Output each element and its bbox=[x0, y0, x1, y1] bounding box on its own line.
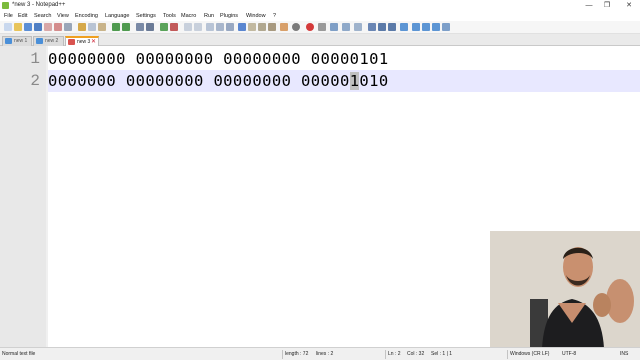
tab-label: new 1 bbox=[14, 38, 28, 44]
open-file-icon[interactable] bbox=[14, 23, 22, 31]
close-all-icon[interactable] bbox=[54, 23, 62, 31]
menu-language[interactable]: Language bbox=[105, 13, 129, 19]
menu-window[interactable]: Window bbox=[246, 13, 266, 19]
macro-play-icon[interactable] bbox=[330, 23, 338, 31]
status-encoding: UTF-8 bbox=[562, 351, 577, 357]
zoom-in-icon[interactable] bbox=[160, 23, 168, 31]
print-icon[interactable] bbox=[64, 23, 72, 31]
macro-save-icon[interactable] bbox=[354, 23, 362, 31]
status-separator bbox=[282, 350, 283, 359]
indent-guide-icon[interactable] bbox=[226, 23, 234, 31]
menu-plugins[interactable]: Plugins bbox=[220, 13, 238, 19]
menu-tools[interactable]: Tools bbox=[163, 13, 176, 19]
plugin-c-icon[interactable] bbox=[400, 23, 408, 31]
status-separator bbox=[385, 350, 386, 359]
tab-label: new 2 bbox=[45, 38, 59, 44]
new-file-icon[interactable] bbox=[4, 23, 12, 31]
save-all-icon[interactable] bbox=[34, 23, 42, 31]
plugin-d-icon[interactable] bbox=[412, 23, 420, 31]
status-ln: Ln : 2 bbox=[388, 351, 401, 357]
sync-scroll-h-icon[interactable] bbox=[194, 23, 202, 31]
status-separator bbox=[507, 350, 508, 359]
status-col: Col : 32 bbox=[407, 351, 425, 357]
menu-edit[interactable]: Edit bbox=[18, 13, 27, 19]
unsaved-file-tab-icon bbox=[68, 39, 75, 45]
file-tab-icon bbox=[36, 38, 43, 44]
notepadpp-icon bbox=[2, 2, 9, 9]
line-number: 1 bbox=[30, 50, 40, 68]
close-button[interactable]: ✕ bbox=[622, 1, 636, 10]
word-wrap-icon[interactable] bbox=[206, 23, 214, 31]
menu-bar: File Edit Search View Encoding Language … bbox=[0, 11, 640, 21]
line-number: 2 bbox=[30, 72, 40, 90]
function-list-icon[interactable] bbox=[258, 23, 266, 31]
sync-scroll-v-icon[interactable] bbox=[184, 23, 192, 31]
redo-icon[interactable] bbox=[122, 23, 130, 31]
tab-new-1[interactable]: new 1 bbox=[2, 36, 32, 46]
menu-search[interactable]: Search bbox=[34, 13, 51, 19]
plugin-a-icon[interactable] bbox=[378, 23, 386, 31]
plugin-g-icon[interactable] bbox=[442, 23, 450, 31]
title-bar: *new 3 - Notepad++ — ❐ ✕ bbox=[0, 0, 640, 11]
file-tab-icon bbox=[5, 38, 12, 44]
folder-workspace-icon[interactable] bbox=[268, 23, 276, 31]
menu-view[interactable]: View bbox=[57, 13, 69, 19]
find-icon[interactable] bbox=[136, 23, 144, 31]
cut-icon[interactable] bbox=[78, 23, 86, 31]
tab-label: new 3 bbox=[77, 39, 91, 45]
zoom-out-icon[interactable] bbox=[170, 23, 178, 31]
menu-encoding[interactable]: Encoding bbox=[75, 13, 98, 19]
language-icon[interactable] bbox=[238, 23, 246, 31]
minimize-button[interactable]: — bbox=[582, 1, 596, 10]
macro-play-multiple-icon[interactable] bbox=[342, 23, 350, 31]
close-file-icon[interactable] bbox=[44, 23, 52, 31]
tab-new-3[interactable]: new 3 ✕ bbox=[65, 36, 99, 46]
save-icon[interactable] bbox=[24, 23, 32, 31]
code-text: 010 bbox=[359, 72, 389, 90]
toolbar bbox=[0, 21, 640, 34]
menu-macro[interactable]: Macro bbox=[181, 13, 196, 19]
menu-settings[interactable]: Settings bbox=[136, 13, 156, 19]
status-mode: INS bbox=[620, 351, 629, 357]
webcam-overlay bbox=[490, 231, 640, 348]
undo-icon[interactable] bbox=[112, 23, 120, 31]
window-title: *new 3 - Notepad++ bbox=[12, 2, 66, 8]
show-all-chars-icon[interactable] bbox=[216, 23, 224, 31]
plugin-e-icon[interactable] bbox=[422, 23, 430, 31]
replace-icon[interactable] bbox=[146, 23, 154, 31]
status-length: length : 72 bbox=[285, 351, 309, 357]
macro-stop-icon[interactable] bbox=[318, 23, 326, 31]
code-text: 0000000 00000000 00000000 00000 bbox=[48, 72, 350, 90]
code-line-2[interactable]: 0000000 00000000 00000000 000001010 bbox=[48, 72, 389, 90]
status-lines: lines : 2 bbox=[316, 351, 334, 357]
plugin-b-icon[interactable] bbox=[388, 23, 396, 31]
paste-icon[interactable] bbox=[98, 23, 106, 31]
code-line-1[interactable]: 00000000 00000000 00000000 00000101 bbox=[48, 50, 389, 68]
monitoring-icon[interactable] bbox=[280, 23, 288, 31]
maximize-button[interactable]: ❐ bbox=[600, 1, 614, 10]
run-icon[interactable] bbox=[368, 23, 376, 31]
doc-map-icon[interactable] bbox=[248, 23, 256, 31]
menu-file[interactable]: File bbox=[4, 13, 13, 19]
menu-help[interactable]: ? bbox=[273, 13, 276, 19]
selected-text: 1 bbox=[349, 72, 360, 90]
record-icon[interactable] bbox=[292, 23, 300, 31]
status-bar: Normal text file length : 72 lines : 2 L… bbox=[0, 347, 640, 360]
plugin-f-icon[interactable] bbox=[432, 23, 440, 31]
line-number-gutter bbox=[0, 46, 46, 347]
status-eol: Windows (CR LF) bbox=[510, 351, 550, 357]
status-file-type: Normal text file bbox=[2, 351, 36, 357]
menu-run[interactable]: Run bbox=[204, 13, 214, 19]
macro-record-icon[interactable] bbox=[306, 23, 314, 31]
tab-bar: new 1 new 2 new 3 ✕ bbox=[0, 34, 640, 46]
status-sel: Sel : 1 | 1 bbox=[431, 351, 453, 357]
copy-icon[interactable] bbox=[88, 23, 96, 31]
tab-new-2[interactable]: new 2 bbox=[33, 36, 64, 46]
presenter-image bbox=[490, 231, 640, 348]
